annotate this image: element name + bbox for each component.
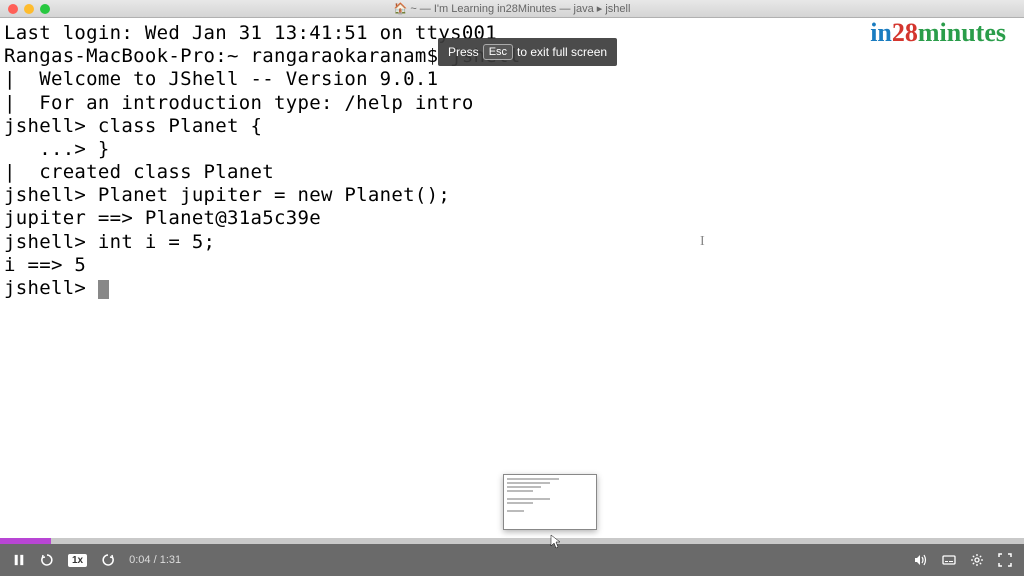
terminal-line: | For an introduction type: /help intro <box>4 92 1020 115</box>
terminal-line: i ==> 5 <box>4 254 1020 277</box>
terminal-line: jupiter ==> Planet@31a5c39e <box>4 207 1020 230</box>
close-button[interactable] <box>8 4 18 14</box>
terminal-line: | Welcome to JShell -- Version 9.0.1 <box>4 68 1020 91</box>
terminal-prompt-line: jshell> <box>4 277 1020 300</box>
in28minutes-logo: in28minutes <box>870 18 1006 48</box>
terminal-output[interactable]: Last login: Wed Jan 31 13:41:51 on ttys0… <box>0 18 1024 540</box>
mouse-cursor-icon <box>550 534 562 550</box>
video-thumbnail-preview <box>503 474 597 530</box>
hint-press-label: Press <box>448 45 479 59</box>
terminal-line: jshell> int i = 5; <box>4 231 1020 254</box>
video-controls-bar: 1x 0:04 / 1:31 <box>0 544 1024 576</box>
volume-button[interactable] <box>914 553 928 567</box>
forward-button[interactable] <box>101 553 115 567</box>
window-titlebar: 🏠 ~ — I'm Learning in28Minutes — java ▸ … <box>0 0 1024 18</box>
window-title: 🏠 ~ — I'm Learning in28Minutes — java ▸ … <box>394 2 631 15</box>
captions-button[interactable] <box>942 553 956 567</box>
ibeam-cursor-icon: I <box>700 234 705 250</box>
terminal-line: jshell> class Planet { <box>4 115 1020 138</box>
cursor <box>98 280 109 299</box>
video-time-display: 0:04 / 1:31 <box>129 554 181 566</box>
pause-button[interactable] <box>12 553 26 567</box>
fullscreen-hint-overlay: Press Esc to exit full screen <box>438 38 617 66</box>
terminal-line: jshell> Planet jupiter = new Planet(); <box>4 184 1020 207</box>
fullscreen-button[interactable] <box>998 553 1012 567</box>
logo-part-28: 28 <box>892 18 918 47</box>
maximize-button[interactable] <box>40 4 50 14</box>
settings-button[interactable] <box>970 553 984 567</box>
esc-key-icon: Esc <box>483 44 513 60</box>
rewind-button[interactable] <box>40 553 54 567</box>
playback-speed-button[interactable]: 1x <box>68 554 87 567</box>
hint-rest-label: to exit full screen <box>517 45 607 59</box>
logo-part-in: in <box>870 18 892 47</box>
terminal-line: ...> } <box>4 138 1020 161</box>
traffic-lights <box>8 4 50 14</box>
minimize-button[interactable] <box>24 4 34 14</box>
terminal-line: | created class Planet <box>4 161 1020 184</box>
logo-part-minutes: minutes <box>918 18 1006 47</box>
